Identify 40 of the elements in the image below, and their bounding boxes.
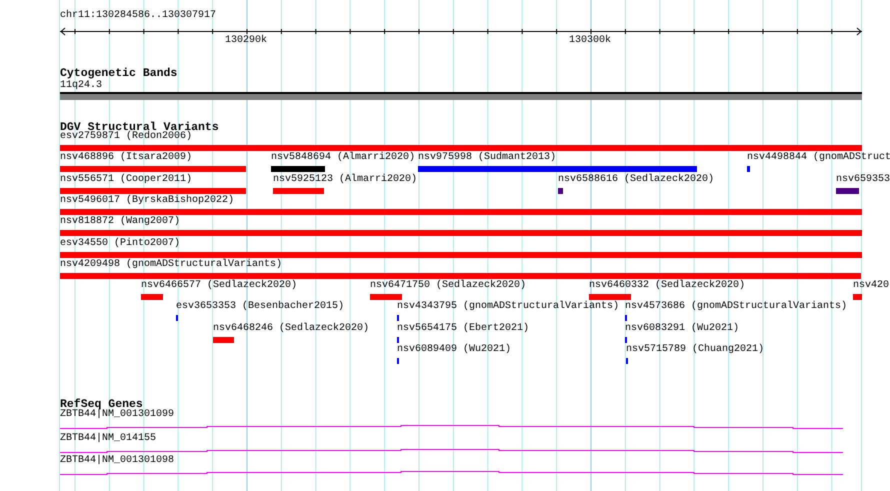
variant-label: nsv4209498 (gnomADStructuralVariants) — [60, 258, 282, 271]
variant-label: nsv6468246 (Sedlazeck2020) — [213, 322, 370, 335]
region-label: chr11:130284586..130307917 — [60, 10, 216, 22]
variant-bar[interactable] — [418, 166, 697, 172]
track-title: Cytogenetic Bands — [60, 67, 178, 80]
variant-label: nsv659353 — [836, 174, 890, 186]
variant-label: nsv6460332 (Sedlazeck2020) — [589, 280, 746, 292]
variant-label: nsv5654175 (Ebert2021) — [397, 322, 530, 335]
variant-label: nsv5848694 (Almarri2020) — [271, 152, 416, 164]
variant-label: nsv468896 (Itsara2009) — [60, 152, 192, 164]
variant-label: nsv5925123 (Almarri2020) — [273, 174, 418, 186]
variant-label: nsv975998 (Sudmant2013) — [418, 152, 556, 164]
variant-label: nsv4343795 (gnomADStructuralVariants) — [397, 301, 620, 314]
gene-line[interactable] — [60, 471, 844, 475]
variant-label: nsv4573686 (gnomADStructuralVariants) — [625, 301, 848, 314]
variant-label: nsv420 — [853, 280, 890, 292]
variant-label: nsv6471750 (Sedlazeck2020) — [370, 280, 526, 292]
variant-label: nsv556571 (Cooper2011) — [60, 174, 192, 186]
variant-bar[interactable] — [271, 166, 325, 172]
variant-label: nsv5715789 (Chuang2021) — [626, 344, 764, 356]
tick-label: 130290k — [224, 35, 268, 47]
gene-line[interactable] — [60, 449, 844, 453]
variant-label: esv34550 (Pinto2007) — [60, 238, 180, 250]
variant-label: esv3653353 (Besenbacher2015) — [176, 301, 344, 314]
variant-bar[interactable] — [747, 166, 750, 172]
variant-bar[interactable] — [558, 188, 563, 194]
variant-bar[interactable] — [836, 188, 859, 194]
variant-label: nsv6089409 (Wu2021) — [397, 344, 512, 356]
gene-label: ZBTB44|NM_014155 — [60, 433, 156, 445]
variant-label: nsv4498844 (gnomADStruct — [747, 152, 890, 164]
gene-line[interactable] — [60, 425, 844, 429]
band-label: 11q24.3 — [60, 80, 102, 92]
gene-label: ZBTB44|NM_001301099 — [60, 409, 174, 421]
variant-label: nsv818872 (Wang2007) — [60, 216, 180, 228]
variant-label: nsv6083291 (Wu2021) — [625, 322, 740, 335]
tick-label: 130300k — [568, 35, 612, 47]
variant-label: nsv6466577 (Sedlazeck2020) — [141, 280, 298, 292]
variant-label: nsv5496017 (ByrskaBishop2022) — [60, 194, 234, 207]
variant-label: nsv6588616 (Sedlazeck2020) — [558, 174, 714, 186]
gene-label: ZBTB44|NM_001301098 — [60, 455, 174, 467]
